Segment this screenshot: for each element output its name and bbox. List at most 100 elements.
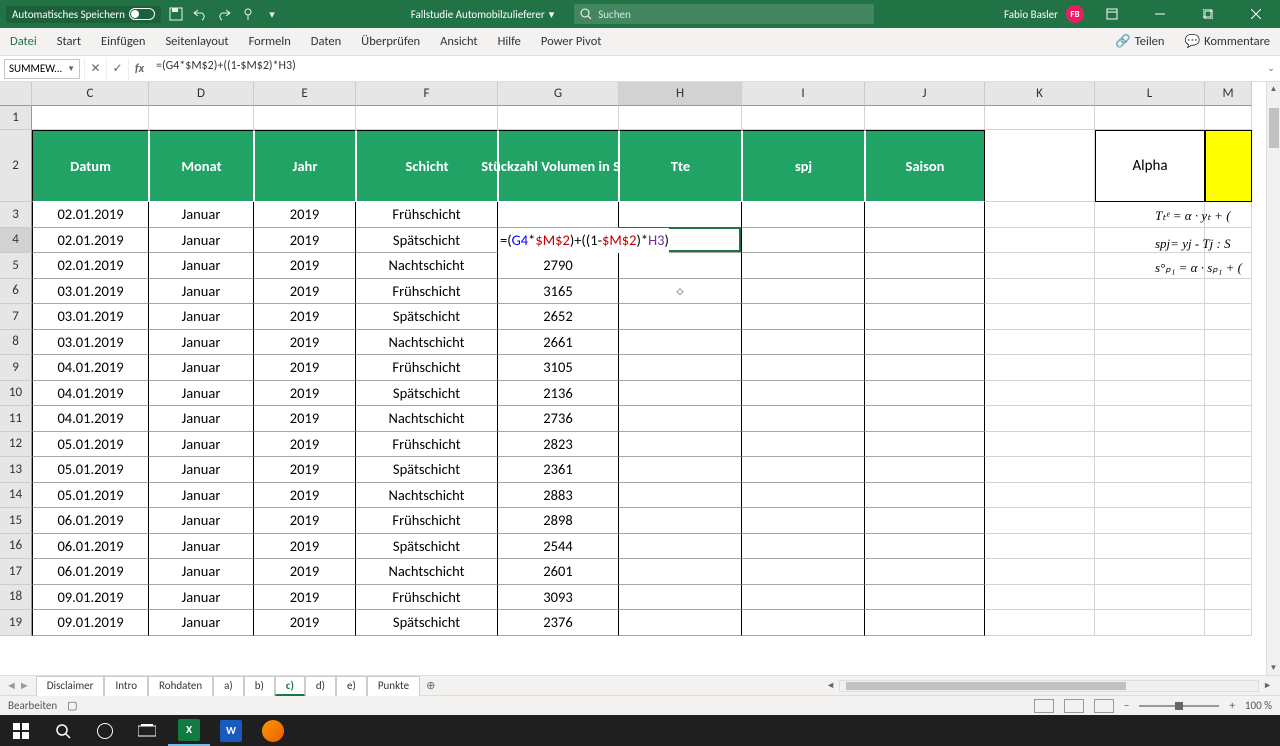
- cell-H[interactable]: [619, 457, 742, 483]
- view-break-icon[interactable]: [1094, 699, 1114, 713]
- zoom-slider[interactable]: [1139, 705, 1219, 707]
- zoom-level[interactable]: 100 %: [1245, 699, 1272, 712]
- cell-C[interactable]: Datum: [32, 130, 149, 202]
- cell-I[interactable]: [742, 253, 865, 279]
- cell-J[interactable]: [865, 559, 985, 585]
- cell-H[interactable]: [619, 106, 742, 130]
- hscroll-right-icon[interactable]: ►: [1259, 680, 1276, 691]
- cell-C[interactable]: 04.01.2019: [32, 355, 149, 381]
- share-button[interactable]: 🔗 Teilen: [1105, 34, 1174, 49]
- tab-formeln[interactable]: Formeln: [239, 34, 301, 49]
- cell-K[interactable]: [985, 585, 1095, 611]
- cell-C[interactable]: 09.01.2019: [32, 585, 149, 611]
- cell-E[interactable]: 2019: [254, 483, 356, 509]
- cell-J[interactable]: Saison: [865, 130, 985, 202]
- cell-G[interactable]: 2601: [498, 559, 619, 585]
- close-icon[interactable]: [1236, 0, 1276, 28]
- cell-I[interactable]: [742, 534, 865, 560]
- cell-K[interactable]: [985, 610, 1095, 636]
- cell-K[interactable]: [985, 457, 1095, 483]
- cell-D[interactable]: Januar: [149, 432, 254, 458]
- cell-D[interactable]: Januar: [149, 457, 254, 483]
- col-header-E[interactable]: E: [254, 82, 356, 106]
- cell-D[interactable]: Januar: [149, 253, 254, 279]
- sheet-nav[interactable]: ◄►: [0, 679, 36, 692]
- cell-D[interactable]: [149, 106, 254, 130]
- prev-sheet-icon[interactable]: ◄: [6, 679, 17, 692]
- formula-input[interactable]: =(G4*$M$2)+((1-$M$2)*H3): [150, 59, 1262, 79]
- cell-J[interactable]: [865, 202, 985, 228]
- tab-datei[interactable]: Datei: [0, 34, 47, 49]
- cell-E[interactable]: 2019: [254, 432, 356, 458]
- cell-L[interactable]: [1095, 355, 1205, 381]
- cells-area[interactable]: DatumMonatJahrSchichtStückzahl Volumen i…: [32, 106, 1252, 636]
- cell-M[interactable]: [1205, 381, 1252, 407]
- tab-start[interactable]: Start: [47, 34, 91, 49]
- cell-J[interactable]: [865, 432, 985, 458]
- cell-H[interactable]: Tte: [619, 130, 742, 202]
- cell-G[interactable]: Stückzahl Volumen in Stk.: [498, 130, 619, 202]
- col-header-L[interactable]: L: [1095, 82, 1205, 106]
- cell-J[interactable]: [865, 585, 985, 611]
- cell-J[interactable]: [865, 279, 985, 305]
- cell-E[interactable]: 2019: [254, 253, 356, 279]
- column-headers[interactable]: CDEFGHIJKLM: [32, 82, 1252, 106]
- cell-H[interactable]: [619, 610, 742, 636]
- sheet-tab-punkte[interactable]: Punkte: [367, 676, 420, 696]
- cell-F[interactable]: Frühschicht: [356, 202, 498, 228]
- cell-I[interactable]: [742, 585, 865, 611]
- cell-K[interactable]: [985, 106, 1095, 130]
- cell-H[interactable]: [619, 304, 742, 330]
- row-header-2[interactable]: 2: [0, 130, 32, 202]
- cell-L[interactable]: [1095, 381, 1205, 407]
- undo-icon[interactable]: [191, 5, 209, 23]
- cell-C[interactable]: 05.01.2019: [32, 483, 149, 509]
- sheet-tab-rohdaten[interactable]: Rohdaten: [148, 676, 213, 696]
- view-normal-icon[interactable]: [1034, 699, 1054, 713]
- cell-G[interactable]: 3165: [498, 279, 619, 305]
- row-header-4[interactable]: 4: [0, 228, 32, 254]
- cell-H[interactable]: [619, 432, 742, 458]
- row-headers[interactable]: 12345678910111213141516171819: [0, 106, 32, 636]
- col-header-H[interactable]: H: [619, 82, 742, 106]
- cell-I[interactable]: [742, 304, 865, 330]
- cell-C[interactable]: 06.01.2019: [32, 508, 149, 534]
- cell-C[interactable]: 04.01.2019: [32, 381, 149, 407]
- cell-G[interactable]: 2376: [498, 610, 619, 636]
- row-header-7[interactable]: 7: [0, 304, 32, 330]
- cell-E[interactable]: 2019: [254, 304, 356, 330]
- cell-J[interactable]: [865, 253, 985, 279]
- cell-M[interactable]: [1205, 106, 1252, 130]
- cell-H[interactable]: [619, 381, 742, 407]
- cell-F[interactable]: Frühschicht: [356, 585, 498, 611]
- cell-G[interactable]: 2736: [498, 406, 619, 432]
- row-header-5[interactable]: 5: [0, 253, 32, 279]
- cell-H[interactable]: [619, 559, 742, 585]
- maximize-icon[interactable]: [1188, 0, 1228, 28]
- cell-H[interactable]: [619, 202, 742, 228]
- cell-E[interactable]: 2019: [254, 202, 356, 228]
- sheet-tab-b[interactable]: b): [244, 676, 275, 696]
- cell-G[interactable]: 2136: [498, 381, 619, 407]
- comments-button[interactable]: 💬 Kommentare: [1174, 34, 1280, 49]
- ribbon-options-icon[interactable]: [1092, 0, 1132, 28]
- cell-E[interactable]: 2019: [254, 355, 356, 381]
- cell-D[interactable]: Januar: [149, 585, 254, 611]
- cell-M[interactable]: [1205, 610, 1252, 636]
- cell-K[interactable]: [985, 559, 1095, 585]
- cell-L[interactable]: [1095, 585, 1205, 611]
- sheet-tab-e[interactable]: e): [336, 676, 367, 696]
- vertical-scrollbar[interactable]: ▲ ▼: [1266, 82, 1280, 675]
- row-header-18[interactable]: 18: [0, 585, 32, 611]
- scroll-thumb[interactable]: [1269, 108, 1279, 148]
- cell-L[interactable]: [1095, 508, 1205, 534]
- next-sheet-icon[interactable]: ►: [19, 679, 30, 692]
- row-header-6[interactable]: 6: [0, 279, 32, 305]
- cell-K[interactable]: [985, 228, 1095, 254]
- cell-G[interactable]: 2898: [498, 508, 619, 534]
- cell-K[interactable]: [985, 304, 1095, 330]
- cell-D[interactable]: Januar: [149, 202, 254, 228]
- cell-G[interactable]: [498, 106, 619, 130]
- cell-C[interactable]: 02.01.2019: [32, 228, 149, 254]
- cell-C[interactable]: 09.01.2019: [32, 610, 149, 636]
